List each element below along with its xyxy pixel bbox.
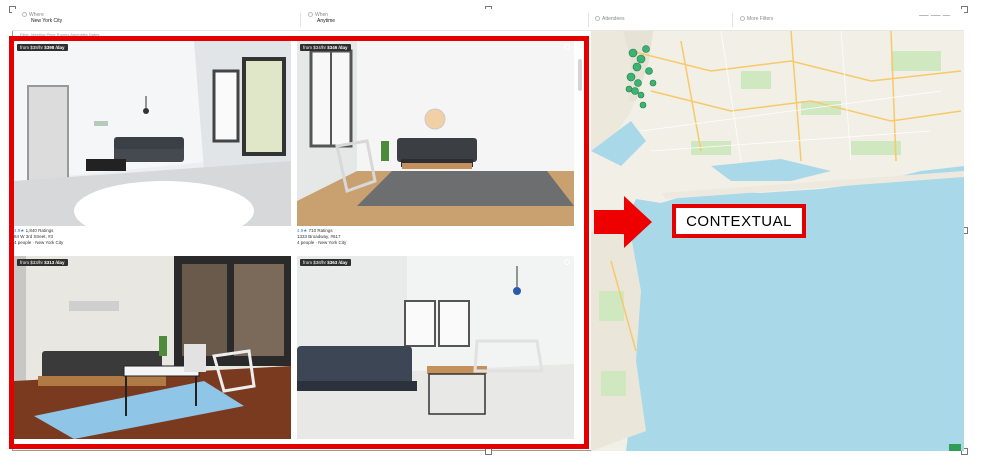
divider (300, 13, 301, 27)
location-pin-icon (22, 12, 27, 18)
more-filters-button[interactable]: More Filters (740, 16, 773, 22)
price-hourly: from $38/hr (303, 260, 327, 265)
price-tag: from $34/hr $346 /day (300, 44, 351, 51)
price-hourly: from $33/hr (20, 260, 44, 265)
price-daily: $346 /day (327, 45, 348, 50)
price-daily: $313 /day (44, 260, 65, 265)
where-value: New York City (31, 18, 63, 24)
review-count: 710 Ratings (308, 228, 333, 233)
price-hourly: from $34/hr (303, 45, 327, 50)
listing-photo[interactable]: from $34/hr $346 /day (297, 41, 574, 226)
price-daily: $363 /day (327, 260, 348, 265)
listing-photo-image (297, 41, 574, 226)
listing-address: 84 W 3rd Street, #3 (14, 234, 54, 239)
map-corner-marker (949, 444, 961, 451)
scrollbar[interactable] (578, 59, 582, 91)
attendees-field[interactable]: Attendees (595, 16, 625, 22)
when-field[interactable]: When Anytime (308, 12, 335, 24)
price-hourly: from $38/hr (20, 45, 44, 50)
listing-meta: 4.9★ 710 Ratings 1333 Broadway, #617 4 p… (297, 228, 574, 246)
when-value: Anytime (317, 18, 336, 24)
favorite-icon[interactable] (564, 259, 570, 265)
listing-photo[interactable]: from $38/hr $398 /day (14, 41, 291, 226)
listing-photo-image (14, 256, 291, 439)
price-tag: from $33/hr $313 /day (17, 259, 68, 266)
annotation-label: CONTEXTUAL (672, 204, 806, 238)
price-daily: $398 /day (44, 45, 65, 50)
attendees-label: Attendees (602, 16, 625, 22)
listing-photo-image (297, 256, 574, 439)
annotation-text: CONTEXTUAL (686, 212, 792, 230)
filter-icon (740, 16, 745, 22)
price-tag: from $38/hr $398 /day (17, 44, 68, 51)
search-bar: Where New York City When Anytime Attende… (12, 9, 964, 31)
listing-photo-image (14, 41, 291, 226)
listings-panel: from $38/hr $398 /day 4.9★ 1,840 Ratings… (9, 36, 589, 449)
header-controls: ━━━━ ━━━━ ━━━ (919, 13, 950, 18)
listing-photo[interactable]: from $38/hr $363 /day (297, 256, 574, 439)
calendar-icon (308, 12, 313, 18)
people-icon (595, 16, 600, 22)
listing-capacity: 4 people · New York City (14, 240, 64, 245)
review-count: 1,840 Ratings (25, 228, 54, 233)
where-field[interactable]: Where New York City (22, 12, 62, 24)
arrow-right-icon (594, 196, 652, 248)
resize-handle-bottom-center[interactable] (485, 448, 492, 455)
divider (588, 13, 589, 27)
listing-photo[interactable]: from $33/hr $313 /day (14, 256, 291, 439)
rating: 4.9★ (297, 228, 308, 233)
price-tag: from $38/hr $363 /day (300, 259, 351, 266)
listing-address: 1333 Broadway, #617 (297, 234, 341, 239)
more-filters-label: More Filters (747, 16, 774, 22)
listing-meta: 4.9★ 1,840 Ratings 84 W 3rd Street, #3 4… (14, 228, 291, 246)
favorite-icon[interactable] (564, 44, 570, 50)
rating: 4.9★ (14, 228, 25, 233)
divider (732, 13, 733, 27)
listing-capacity: 4 people · New York City (297, 240, 347, 245)
